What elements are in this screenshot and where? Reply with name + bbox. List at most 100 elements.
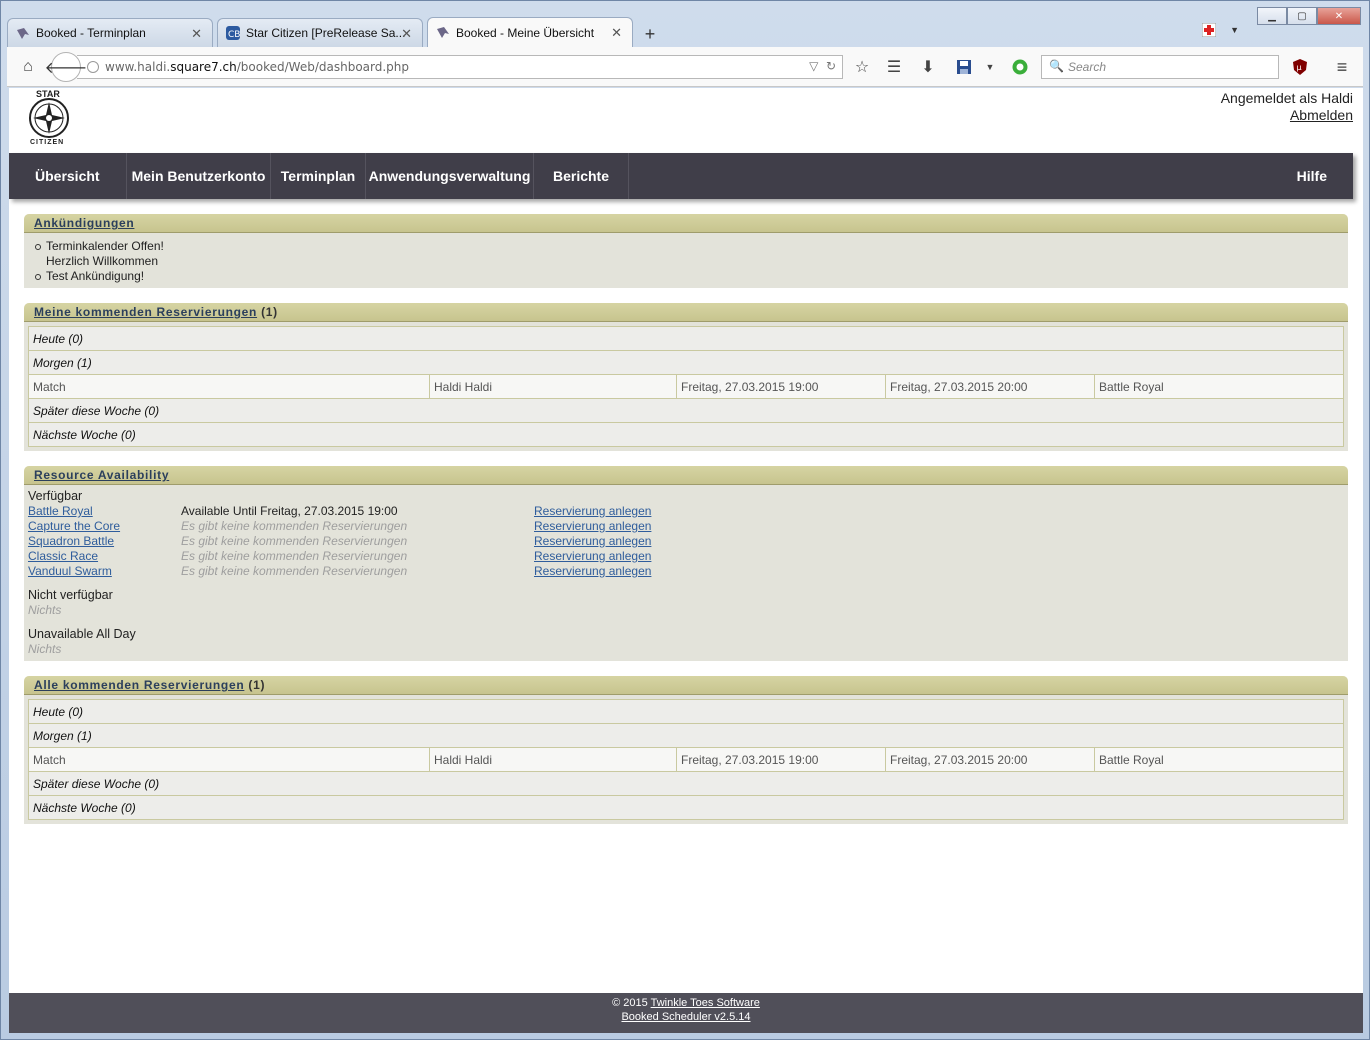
url-bar[interactable]: www.haldi.square7.ch/booked/Web/dashboar…: [77, 55, 843, 79]
announcement-item: Terminkalender Offen! Herzlich Willkomme…: [35, 239, 1348, 269]
all-reservations-title-link[interactable]: Alle kommenden Reservierungen: [34, 678, 244, 692]
nav-item-label: Hilfe: [1296, 168, 1327, 184]
resource-link[interactable]: Squadron Battle: [28, 534, 114, 548]
tab-close-icon[interactable]: ✕: [401, 26, 412, 42]
nav-item-terminplan[interactable]: Terminplan: [271, 153, 366, 199]
logout-link[interactable]: Abmelden: [1290, 107, 1353, 123]
reservation-row[interactable]: Match Haldi Haldi Freitag, 27.03.2015 19…: [28, 747, 1344, 772]
history-dropdown-icon[interactable]: ▽: [809, 59, 818, 73]
nav-item-hilfe[interactable]: Hilfe: [1297, 153, 1327, 199]
home-icon[interactable]: ⌂: [17, 56, 39, 78]
group-today: Heute (0): [28, 326, 1344, 351]
availability-title-link[interactable]: Resource Availability: [34, 468, 169, 482]
reservation-resource[interactable]: Battle Royal: [1094, 747, 1344, 772]
resource-link[interactable]: Classic Race: [28, 549, 98, 563]
my-reservations-table: Heute (0) Morgen (1) Match Haldi Haldi F…: [28, 326, 1344, 447]
reservation-user[interactable]: Haldi Haldi: [429, 747, 677, 772]
list-all-tabs-icon[interactable]: ▼: [1230, 25, 1239, 35]
booked-favicon-icon: [437, 27, 449, 38]
all-reservations-count: (1): [248, 678, 266, 692]
close-window-icon[interactable]: ✕: [1317, 7, 1361, 25]
reservation-end[interactable]: Freitag, 27.03.2015 20:00: [885, 374, 1095, 399]
reservation-row[interactable]: Match Haldi Haldi Freitag, 27.03.2015 19…: [28, 374, 1344, 399]
bullet-icon: [35, 274, 41, 280]
bookmark-star-icon[interactable]: ☆: [851, 56, 873, 78]
reservation-title[interactable]: Match: [28, 747, 430, 772]
nav-item-mein-benutzerkonto[interactable]: Mein Benutzerkonto: [127, 153, 271, 199]
resource-link[interactable]: Battle Royal: [28, 504, 93, 518]
tab-star-citizen[interactable]: CB Star Citizen [PreRelease Sa... ✕: [217, 18, 423, 47]
resource-status: Es gibt keine kommenden Reservierungen: [181, 534, 408, 548]
table-row: Nächste Woche (0): [28, 795, 1344, 820]
site-identity-icon[interactable]: [87, 61, 99, 73]
tab-close-icon[interactable]: ✕: [191, 26, 202, 42]
nav-item-berichte[interactable]: Berichte: [534, 153, 629, 199]
resource-status: Available Until Freitag, 27.03.2015 19:0…: [181, 504, 398, 518]
reservation-user[interactable]: Haldi Haldi: [429, 374, 677, 399]
window-controls: ▁ ▢ ✕: [1257, 7, 1361, 25]
resource-row: Classic Race Es gibt keine kommenden Res…: [28, 549, 1348, 564]
star-citizen-logo[interactable]: STAR CITIZEN: [25, 88, 73, 146]
reservation-end[interactable]: Freitag, 27.03.2015 20:00: [885, 747, 1095, 772]
back-button-icon[interactable]: 🡐: [45, 52, 87, 82]
browser-window: Booked - Terminplan ✕ CB Star Citizen [P…: [0, 0, 1370, 1040]
downloads-icon[interactable]: ⬇: [917, 56, 939, 78]
resource-link[interactable]: Capture the Core: [28, 519, 120, 533]
reading-list-icon[interactable]: ☰: [883, 56, 905, 78]
tab-booked-uebersicht[interactable]: Booked - Meine Übersicht ✕: [427, 17, 633, 47]
announcement-line: Terminkalender Offen!: [46, 239, 164, 253]
menu-icon[interactable]: ≡: [1331, 56, 1353, 78]
my-reservations-panel: Meine kommenden Reservierungen (1) Heute…: [24, 303, 1348, 451]
resource-row: Squadron Battle Es gibt keine kommenden …: [28, 534, 1348, 549]
nav-item-label: Anwendungsverwaltung: [368, 168, 531, 184]
announcements-header: Ankündigungen: [24, 214, 1348, 233]
reservation-start[interactable]: Freitag, 27.03.2015 19:00: [676, 374, 886, 399]
maximize-icon[interactable]: ▢: [1287, 7, 1317, 25]
resource-status: Es gibt keine kommenden Reservierungen: [181, 549, 408, 563]
my-reservations-title-link[interactable]: Meine kommenden Reservierungen: [34, 305, 257, 319]
save-dropdown-icon[interactable]: ▼: [979, 56, 1001, 78]
group-next-week: Nächste Woche (0): [28, 422, 1344, 447]
announcements-list: Terminkalender Offen! Herzlich Willkomme…: [24, 233, 1348, 288]
svg-text:μ: μ: [1297, 63, 1302, 72]
minimize-icon[interactable]: ▁: [1257, 7, 1287, 25]
title-bar: Booked - Terminplan ✕ CB Star Citizen [P…: [1, 1, 1369, 47]
site-header: STAR CITIZEN Angemeldet als Haldi Abmeld…: [9, 88, 1363, 153]
reservation-start[interactable]: Freitag, 27.03.2015 19:00: [676, 747, 886, 772]
create-reservation-link[interactable]: Reservierung anlegen: [534, 519, 651, 533]
product-link[interactable]: Booked Scheduler v2.5.14: [621, 1011, 750, 1023]
resource-link[interactable]: Vanduul Swarm: [28, 564, 112, 578]
company-link[interactable]: Twinkle Toes Software: [651, 997, 760, 1009]
save-icon[interactable]: [953, 56, 975, 78]
nav-item-anwendungsverwaltung[interactable]: Anwendungsverwaltung: [366, 153, 534, 199]
extension-green-icon[interactable]: [1009, 56, 1031, 78]
tab-close-icon[interactable]: ✕: [611, 25, 622, 41]
booked-favicon-icon: [17, 28, 29, 39]
table-row: Morgen (1): [28, 723, 1344, 748]
nav-item-uebersicht[interactable]: Übersicht: [9, 153, 127, 199]
svg-text:CB: CB: [228, 30, 240, 40]
reservation-title[interactable]: Match: [28, 374, 430, 399]
create-reservation-link[interactable]: Reservierung anlegen: [534, 534, 651, 548]
announcements-title-link[interactable]: Ankündigungen: [34, 216, 134, 230]
user-box: Angemeldet als Haldi Abmelden: [1221, 90, 1353, 124]
create-reservation-link[interactable]: Reservierung anlegen: [534, 564, 651, 578]
create-reservation-link[interactable]: Reservierung anlegen: [534, 549, 651, 563]
copyright-text: © 2015: [612, 997, 648, 1009]
search-input[interactable]: 🔍 Search: [1041, 55, 1279, 79]
all-reservations-header: Alle kommenden Reservierungen (1): [24, 676, 1348, 695]
new-tab-icon[interactable]: +: [637, 21, 663, 47]
announcement-line: Herzlich Willkommen: [46, 254, 159, 268]
main-navigation: Übersicht Mein Benutzerkonto Terminplan …: [9, 153, 1353, 199]
reservation-resource[interactable]: Battle Royal: [1094, 374, 1344, 399]
group-next-week: Nächste Woche (0): [28, 795, 1344, 820]
reload-icon[interactable]: ↻: [826, 59, 836, 73]
ublock-icon[interactable]: μ: [1289, 56, 1311, 78]
available-heading: Verfügbar: [28, 489, 83, 503]
tab-booked-terminplan[interactable]: Booked - Terminplan ✕: [7, 18, 213, 47]
extension-red-cross-icon[interactable]: [1202, 23, 1217, 37]
table-row: Morgen (1): [28, 350, 1344, 375]
logo-bottom-text: CITIZEN: [30, 139, 64, 146]
search-icon: 🔍: [1049, 59, 1064, 73]
create-reservation-link[interactable]: Reservierung anlegen: [534, 504, 651, 518]
